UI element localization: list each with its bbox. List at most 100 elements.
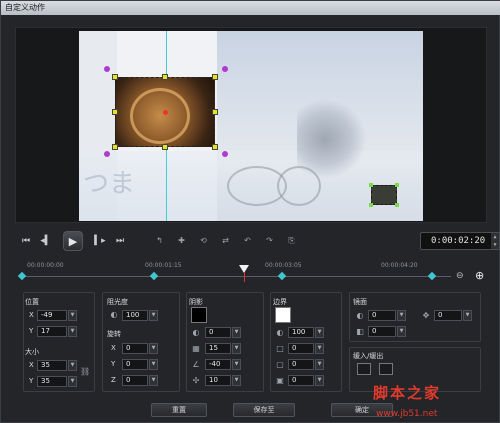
resize-handle[interactable]: [112, 74, 118, 80]
opacity-field[interactable]: 100: [122, 310, 148, 321]
timecode-field[interactable]: 0:00:02:20 ▲ ▼: [420, 232, 500, 250]
custom-motion-window: 自定义动作 つま ⏮ ◂▍ ▶ ▍▸ ⏭ ↰ ✚ ⟲ ⇄ ↶ ↷ ⎘ 0:00:…: [0, 0, 500, 423]
position-y-spinner[interactable]: ▼: [68, 326, 77, 337]
keyframe-marker[interactable]: [149, 271, 159, 281]
mini-handle[interactable]: [395, 203, 399, 207]
timeline-ruler[interactable]: 00:00:00:00 00:00:01:15 00:00:03:05 00:0…: [15, 258, 455, 282]
border-width-icon: □: [276, 344, 284, 353]
rotate-handle[interactable]: [104, 66, 110, 72]
ease-out-icon[interactable]: [379, 363, 393, 375]
mini-handle[interactable]: [395, 183, 399, 187]
shadow-color-swatch[interactable]: [191, 307, 207, 323]
rotation-x-label: X: [111, 344, 116, 352]
mirror-fade-spinner[interactable]: ▼: [397, 326, 406, 337]
shadow-blur-field[interactable]: 15: [205, 343, 231, 354]
zoom-in-icon[interactable]: ⊕: [475, 269, 484, 282]
reset-button[interactable]: 重置: [151, 403, 207, 417]
link-ratio-icon[interactable]: ⛓: [80, 367, 90, 377]
timeline-tick: 00:00:03:05: [265, 262, 302, 269]
border-style-spinner[interactable]: ▼: [315, 375, 324, 386]
rotation-z-spinner[interactable]: ▼: [149, 375, 158, 386]
add-keyframe-icon[interactable]: ✚: [174, 234, 189, 248]
border-opacity-spinner[interactable]: ▼: [315, 327, 324, 338]
border-style-field[interactable]: 0: [288, 375, 314, 386]
play-icon[interactable]: ▶: [63, 231, 83, 251]
shadow-angle-spinner[interactable]: ▼: [232, 359, 241, 370]
keyframe-marker[interactable]: [427, 271, 437, 281]
border-softness-field[interactable]: 0: [288, 359, 314, 370]
overlay-text: つま: [83, 169, 136, 199]
resize-handle[interactable]: [212, 109, 218, 115]
mirror-opacity-spinner[interactable]: ▼: [397, 310, 406, 321]
border-width-field[interactable]: 0: [288, 343, 314, 354]
preview-canvas[interactable]: つま: [79, 31, 423, 221]
rotation-x-field[interactable]: 0: [122, 343, 148, 354]
opacity-spinner[interactable]: ▼: [149, 310, 158, 321]
ease-in-icon[interactable]: [357, 363, 371, 375]
resize-handle[interactable]: [212, 74, 218, 80]
move-left-icon[interactable]: ↶: [240, 234, 255, 248]
next-frame-icon[interactable]: ▍▸: [93, 234, 107, 248]
border-color-swatch[interactable]: [275, 307, 291, 323]
shadow-distance-field[interactable]: 10: [205, 375, 231, 386]
position-x-field[interactable]: -49: [37, 310, 67, 321]
opacity-icon: ◐: [110, 310, 118, 319]
border-width-spinner[interactable]: ▼: [315, 343, 324, 354]
mini-handle[interactable]: [369, 203, 373, 207]
resize-handle[interactable]: [162, 144, 168, 150]
size-y-field[interactable]: 35: [37, 376, 67, 387]
small-overlay-clip[interactable]: [371, 185, 397, 205]
rotation-title: 旋转: [107, 330, 121, 338]
rotation-z-label: Z: [111, 376, 116, 384]
go-start-icon[interactable]: ⏮: [19, 234, 33, 248]
rotation-z-field[interactable]: 0: [122, 375, 148, 386]
shadow-blur-spinner[interactable]: ▼: [232, 343, 241, 354]
resize-handle[interactable]: [162, 74, 168, 80]
shadow-angle-field[interactable]: -40: [205, 359, 231, 370]
shadow-distance-icon: ✣: [192, 376, 200, 385]
shadow-distance-spinner[interactable]: ▼: [232, 375, 241, 386]
clock-image: [130, 88, 190, 144]
border-opacity-field[interactable]: 100: [288, 327, 314, 338]
mirror-opacity-icon: ◐: [356, 311, 364, 320]
rotation-y-field[interactable]: 0: [122, 359, 148, 370]
keyframe-marker[interactable]: [277, 271, 287, 281]
prev-frame-icon[interactable]: ◂▍: [39, 234, 53, 248]
remove-keyframe-icon[interactable]: ↰: [152, 234, 167, 248]
shadow-opacity-spinner[interactable]: ▼: [232, 327, 241, 338]
save-as-button[interactable]: 保存至: [233, 403, 295, 417]
move-right-icon[interactable]: ↷: [262, 234, 277, 248]
shadow-opacity-field[interactable]: 0: [205, 327, 231, 338]
swap-keyframe-icon[interactable]: ⇄: [218, 234, 233, 248]
mirror-offset-icon: ✥: [422, 311, 430, 320]
rotation-y-spinner[interactable]: ▼: [149, 359, 158, 370]
size-y-spinner[interactable]: ▼: [68, 376, 77, 387]
rotation-x-spinner[interactable]: ▼: [149, 343, 158, 354]
size-x-field[interactable]: 35: [37, 360, 67, 371]
resize-handle[interactable]: [112, 109, 118, 115]
rotate-handle[interactable]: [222, 66, 228, 72]
border-softness-spinner[interactable]: ▼: [315, 359, 324, 370]
reverse-keyframe-icon[interactable]: ⟲: [196, 234, 211, 248]
mirror-title: 镜面: [353, 298, 367, 306]
size-x-spinner[interactable]: ▼: [68, 360, 77, 371]
border-softness-icon: ▢: [276, 360, 284, 369]
mirror-fade-field[interactable]: 0: [368, 326, 396, 337]
rotate-handle[interactable]: [104, 151, 110, 157]
mini-handle[interactable]: [369, 183, 373, 187]
position-y-field[interactable]: 17: [37, 326, 67, 337]
mirror-offset-spinner[interactable]: ▼: [463, 310, 472, 321]
position-x-spinner[interactable]: ▼: [68, 310, 77, 321]
mirror-opacity-field[interactable]: 0: [368, 310, 396, 321]
copy-keyframe-icon[interactable]: ⎘: [284, 234, 299, 248]
keyframe-marker[interactable]: [17, 271, 27, 281]
position-y-label: Y: [29, 327, 34, 335]
zoom-out-icon[interactable]: ⊖: [456, 271, 464, 281]
anchor-point[interactable]: [163, 110, 168, 115]
resize-handle[interactable]: [212, 144, 218, 150]
go-end-icon[interactable]: ⏭: [113, 234, 127, 248]
resize-handle[interactable]: [112, 144, 118, 150]
timecode-spinner[interactable]: ▲ ▼: [491, 233, 499, 249]
rotate-handle[interactable]: [222, 151, 228, 157]
mirror-offset-field[interactable]: 0: [434, 310, 462, 321]
